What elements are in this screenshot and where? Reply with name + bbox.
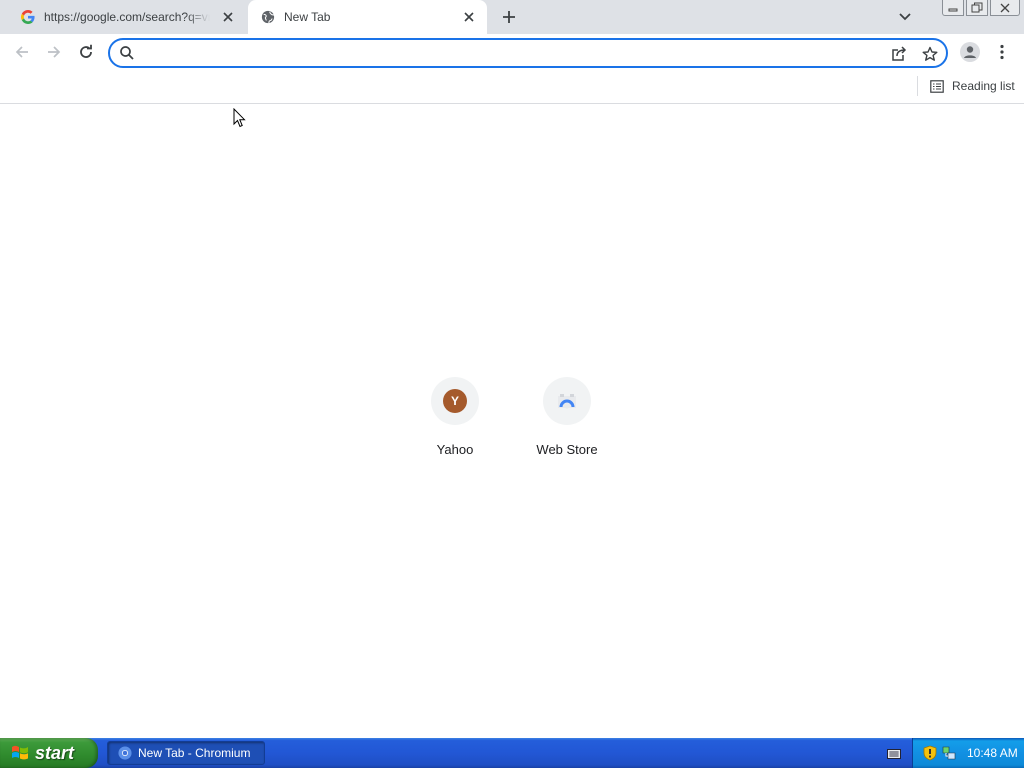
bookmarks-bar: Reading list (0, 72, 1024, 104)
clock[interactable]: 10:48 AM (967, 746, 1018, 760)
search-icon (120, 46, 134, 60)
omnibox-input[interactable] (144, 43, 874, 63)
taskbar-item-chromium[interactable]: New Tab - Chromium (107, 741, 265, 765)
restore-button[interactable] (966, 0, 988, 16)
tab-strip: https://google.com/search?q=vmware New T… (0, 0, 1024, 34)
taskbar-item-label: New Tab - Chromium (138, 746, 251, 760)
windows-logo-icon (12, 745, 28, 760)
star-icon (922, 46, 938, 61)
bookmarks-separator (917, 76, 918, 96)
mouse-pointer-icon (233, 108, 246, 128)
tab-google-search[interactable]: https://google.com/search?q=vmware (8, 0, 246, 34)
arrow-right-icon (48, 46, 61, 58)
bookmark-star-button[interactable] (919, 43, 941, 65)
arrow-left-icon (15, 46, 28, 58)
chromium-icon (118, 746, 132, 760)
reading-list-label: Reading list (952, 79, 1015, 93)
start-label: start (35, 742, 75, 763)
profile-button[interactable] (956, 38, 984, 66)
new-tab-page: Y Yahoo Web Store (0, 104, 1024, 738)
close-icon (1000, 3, 1010, 12)
share-button[interactable] (888, 43, 910, 65)
shortcut-title: Web Store (536, 442, 598, 457)
toolbar (0, 34, 1024, 72)
avatar-icon (960, 42, 980, 62)
minimize-button[interactable] (942, 0, 964, 16)
close-window-button[interactable] (990, 0, 1020, 16)
reading-list-icon (930, 79, 944, 93)
window-controls (942, 0, 1020, 16)
tab-title: https://google.com/search?q=vmware (44, 10, 210, 24)
shortcut-icon-background (543, 377, 591, 425)
shortcut-title: Yahoo (436, 442, 474, 457)
reading-list-button[interactable]: Reading list (926, 75, 1019, 97)
tab-search-button[interactable] (893, 6, 917, 28)
back-button[interactable] (8, 38, 36, 66)
security-shield-icon[interactable] (923, 745, 937, 761)
google-g-icon (20, 9, 36, 25)
close-icon[interactable] (218, 7, 238, 27)
kebab-menu-icon (1000, 44, 1004, 60)
close-icon[interactable] (459, 7, 479, 27)
system-tray: 10:48 AM (912, 738, 1024, 768)
reload-button[interactable] (72, 38, 100, 66)
keyboard-icon[interactable] (887, 747, 901, 759)
forward-button[interactable] (40, 38, 68, 66)
tab-title: New Tab (284, 10, 331, 24)
minimize-icon (948, 8, 958, 11)
start-button[interactable]: start (0, 738, 98, 768)
share-icon (892, 46, 907, 61)
web-store-icon (558, 394, 576, 409)
network-icon[interactable] (941, 745, 957, 761)
menu-button[interactable] (988, 38, 1016, 66)
chevron-down-icon (899, 13, 911, 21)
globe-icon (260, 9, 276, 25)
omnibox[interactable] (108, 38, 948, 68)
shortcut-yahoo[interactable]: Y Yahoo (399, 376, 511, 464)
reload-icon (80, 44, 92, 58)
restore-icon (971, 2, 983, 13)
shortcut-web-store[interactable]: Web Store (511, 376, 623, 464)
taskbar: start New Tab - Chromium 10:48 AM (0, 738, 1024, 768)
new-tab-button[interactable] (497, 5, 521, 29)
tab-new-tab[interactable]: New Tab (248, 0, 487, 34)
shortcut-icon-background: Y (431, 377, 479, 425)
plus-icon (503, 11, 515, 23)
yahoo-letter-icon: Y (443, 389, 467, 413)
